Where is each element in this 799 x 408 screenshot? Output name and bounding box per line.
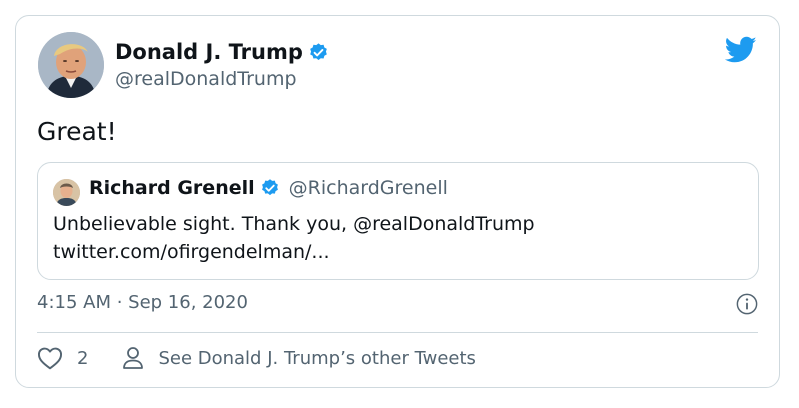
- quoted-header[interactable]: Richard Grenell @RichardGrenell: [89, 177, 448, 199]
- quoted-tweet-text: Unbelievable sight. Thank you, @realDona…: [53, 210, 535, 266]
- like-count[interactable]: 2: [77, 348, 88, 369]
- twitter-bird-icon[interactable]: [725, 36, 757, 64]
- quoted-tweet[interactable]: Richard Grenell @RichardGrenell Unbeliev…: [37, 162, 759, 280]
- verified-badge-icon: [261, 179, 278, 196]
- author-name-row[interactable]: Donald J. Trump: [115, 39, 329, 65]
- tweet-timestamp[interactable]: 4:15 AM · Sep 16, 2020: [37, 292, 248, 313]
- tweet-text: Great!: [37, 117, 117, 146]
- see-other-tweets-link[interactable]: See Donald J. Trump’s other Tweets: [158, 348, 475, 369]
- tweet-card[interactable]: Donald J. Trump @realDonaldTrump Great! …: [15, 15, 780, 388]
- quoted-author-avatar[interactable]: [53, 179, 80, 206]
- quoted-text-line-1: Unbelievable sight. Thank you, @realDona…: [53, 213, 535, 235]
- person-icon: [123, 347, 144, 369]
- author-handle[interactable]: @realDonaldTrump: [115, 68, 297, 90]
- author-name[interactable]: Donald J. Trump: [115, 39, 303, 65]
- heart-icon[interactable]: [37, 346, 63, 370]
- quoted-author-handle[interactable]: @RichardGrenell: [289, 177, 448, 199]
- info-icon[interactable]: [736, 293, 758, 315]
- divider: [37, 332, 758, 333]
- quoted-text-line-2[interactable]: twitter.com/ofirgendelman/...: [53, 238, 535, 266]
- author-avatar[interactable]: [38, 32, 104, 98]
- tweet-actions: 2 See Donald J. Trump’s other Tweets: [37, 346, 476, 370]
- verified-badge-icon: [310, 42, 327, 60]
- quoted-author-name[interactable]: Richard Grenell: [89, 177, 255, 199]
